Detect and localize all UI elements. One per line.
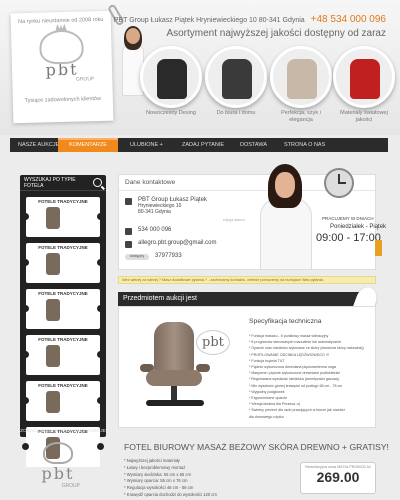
list-item: dla domowego użytku xyxy=(249,414,284,419)
address-row: PBT Group Łukasz Piątek Hryniewieckiego … xyxy=(125,197,207,215)
see-all-auctions-link[interactable]: ZOBACZ WSZYSTKIE NASZE AUKCJE xyxy=(20,429,106,434)
list-item: * Najwyższej jakości materiały xyxy=(124,458,180,463)
chair-type-item[interactable]: FOTELE TRADYCYJNE xyxy=(22,243,104,283)
work-days-label: PRACUJEMY W DNIACH xyxy=(322,216,374,221)
circle-caption: Nowoczesny Desing xyxy=(146,110,196,116)
header-phone[interactable]: +48 534 000 096 xyxy=(311,14,386,25)
since-text: Na rynku nieustannie od 2008 roku xyxy=(18,16,104,26)
contact-phone[interactable]: 534 000 096 xyxy=(138,227,171,233)
feature-list: * Najwyższej jakości materiały * Łatwy i… xyxy=(124,458,294,499)
feature-circle-materials[interactable] xyxy=(333,46,395,108)
list-item: * Łatwy i bezproblemowy montaż xyxy=(124,464,186,470)
chair-thumbnail xyxy=(46,253,60,275)
nav-comments[interactable]: KOMENTARZE xyxy=(58,138,118,152)
work-days: Poniedziałek - Piątek xyxy=(330,224,387,230)
consultant-image xyxy=(122,26,144,98)
alarm-clock-icon xyxy=(324,168,354,198)
circle-caption: Materiały światowej jakości xyxy=(340,110,388,124)
list-item: * Oparcie oraz siedzisko wykonane ze skó… xyxy=(249,346,364,351)
search-icon[interactable] xyxy=(93,178,102,187)
nav-auctions[interactable]: NASZE AUKCJE xyxy=(10,138,59,152)
chair-type-item[interactable]: FOTELE TRADYCYJNE xyxy=(22,381,104,421)
page-header: Na rynku nieustannie od 2008 roku pbt GR… xyxy=(0,0,400,135)
sidebar-header: WYSZUKAJ PO TYPIE FOTELA xyxy=(20,175,106,191)
chair-thumbnail xyxy=(46,345,60,367)
price-value: 269.00 xyxy=(316,469,360,485)
nav-about[interactable]: STRONA O NAS xyxy=(276,138,336,152)
header-contact: PBT Group Łukasz Piątek Hryniewieckiego … xyxy=(114,14,386,25)
gg-row: dostępny 37977933 xyxy=(125,253,182,260)
chair-type-item[interactable]: FOTELE TRADYCYJNE xyxy=(22,335,104,375)
chair-type-item[interactable]: FOTELE TRADYCYJNE xyxy=(22,289,104,329)
phone-icon xyxy=(125,228,132,235)
list-item: * Wymiary oparcia: 55 cm x 76 cm xyxy=(124,478,188,484)
circle-caption: Perfekcja, szyk i elegancja xyxy=(281,110,321,124)
circle-caption: Do biura i domu xyxy=(216,110,256,116)
feature-circle-perfection[interactable] xyxy=(270,46,332,108)
crest-icon xyxy=(43,442,73,464)
list-item: * Krawędź oparcia dochodzi do wysokości … xyxy=(124,491,217,497)
bottom-logo: pbt GROUP xyxy=(28,442,88,489)
main-nav: NASZE AUKCJE KOMENTARZE ULUBIONE + ZADAJ… xyxy=(10,138,388,152)
contact-gg[interactable]: 37977933 xyxy=(155,253,182,259)
logo-card: Na rynku nieustannie od 2008 roku pbt GR… xyxy=(10,10,114,124)
clients-text: Tysiące zadowolonych klientów xyxy=(24,95,102,104)
price-tag[interactable]: Rewelacyjna cena MEGA PROMOCJA 269.00 xyxy=(300,462,376,494)
spec-title: Specyfikacja techniczna xyxy=(249,318,322,325)
product-title: FOTEL BIUROWY MASAŻ BEŻOWY SKÓRA DREWNO … xyxy=(124,442,389,452)
nav-ask-question[interactable]: ZADAJ PYTANIE xyxy=(174,138,232,152)
crest-icon xyxy=(39,29,84,65)
nav-delivery[interactable]: DOSTAWA xyxy=(232,138,276,152)
feature-circle-design[interactable] xyxy=(140,46,202,108)
gg-status-badge: dostępny xyxy=(125,254,149,260)
info-banner: Wez wiecej za wiecej ? Masz dodatkowe py… xyxy=(118,276,376,284)
chair-thumbnail xyxy=(46,299,60,321)
nav-favorites[interactable]: ULUBIONE + xyxy=(122,138,174,152)
phone-row: 534 000 096 xyxy=(125,227,171,235)
chair-thumbnail xyxy=(46,391,60,413)
spec-list: * Funkcja masażu - 6 punktowy masaż wibr… xyxy=(249,333,375,420)
company-address: PBT Group Łukasz Piątek Hryniewieckiego … xyxy=(113,17,305,24)
feature-circle-office[interactable] xyxy=(205,46,267,108)
edit-address-link[interactable]: edycja adresu xyxy=(223,218,245,222)
list-item: * Wymiary siedziska: 55 cm x 55 cm xyxy=(124,471,191,477)
work-hours: 09:00 - 17:00 xyxy=(316,232,381,244)
contact-email[interactable]: allegro.pbt.group@gmail.com xyxy=(138,240,216,246)
consultant-woman-image xyxy=(256,164,320,270)
mobile-phone-icon xyxy=(375,240,382,256)
chair-type-sidebar: WYSZUKAJ PO TYPIE FOTELA FOTELE TRADYCYJ… xyxy=(20,175,106,467)
tagline: Asortyment najwyższej jakości dostępny o… xyxy=(166,28,386,39)
contact-city: 80-341 Gdynia xyxy=(138,209,171,215)
mail-icon xyxy=(125,241,132,248)
email-row: allegro.pbt.group@gmail.com xyxy=(125,240,216,248)
sidebar-title: WYSZUKAJ PO TYPIE FOTELA xyxy=(24,176,76,189)
product-logo-badge: pbt xyxy=(196,330,230,355)
list-item: * Regulacja wysokości 46 cm - 56 cm xyxy=(124,485,194,491)
bottom-logo-group: GROUP xyxy=(61,483,80,489)
chair-thumbnail xyxy=(46,207,60,229)
chair-type-item[interactable]: FOTELE TRADYCYJNE xyxy=(22,197,104,237)
auction-header: Przedmiotem aukcji jest xyxy=(118,292,374,306)
home-icon xyxy=(125,198,132,205)
